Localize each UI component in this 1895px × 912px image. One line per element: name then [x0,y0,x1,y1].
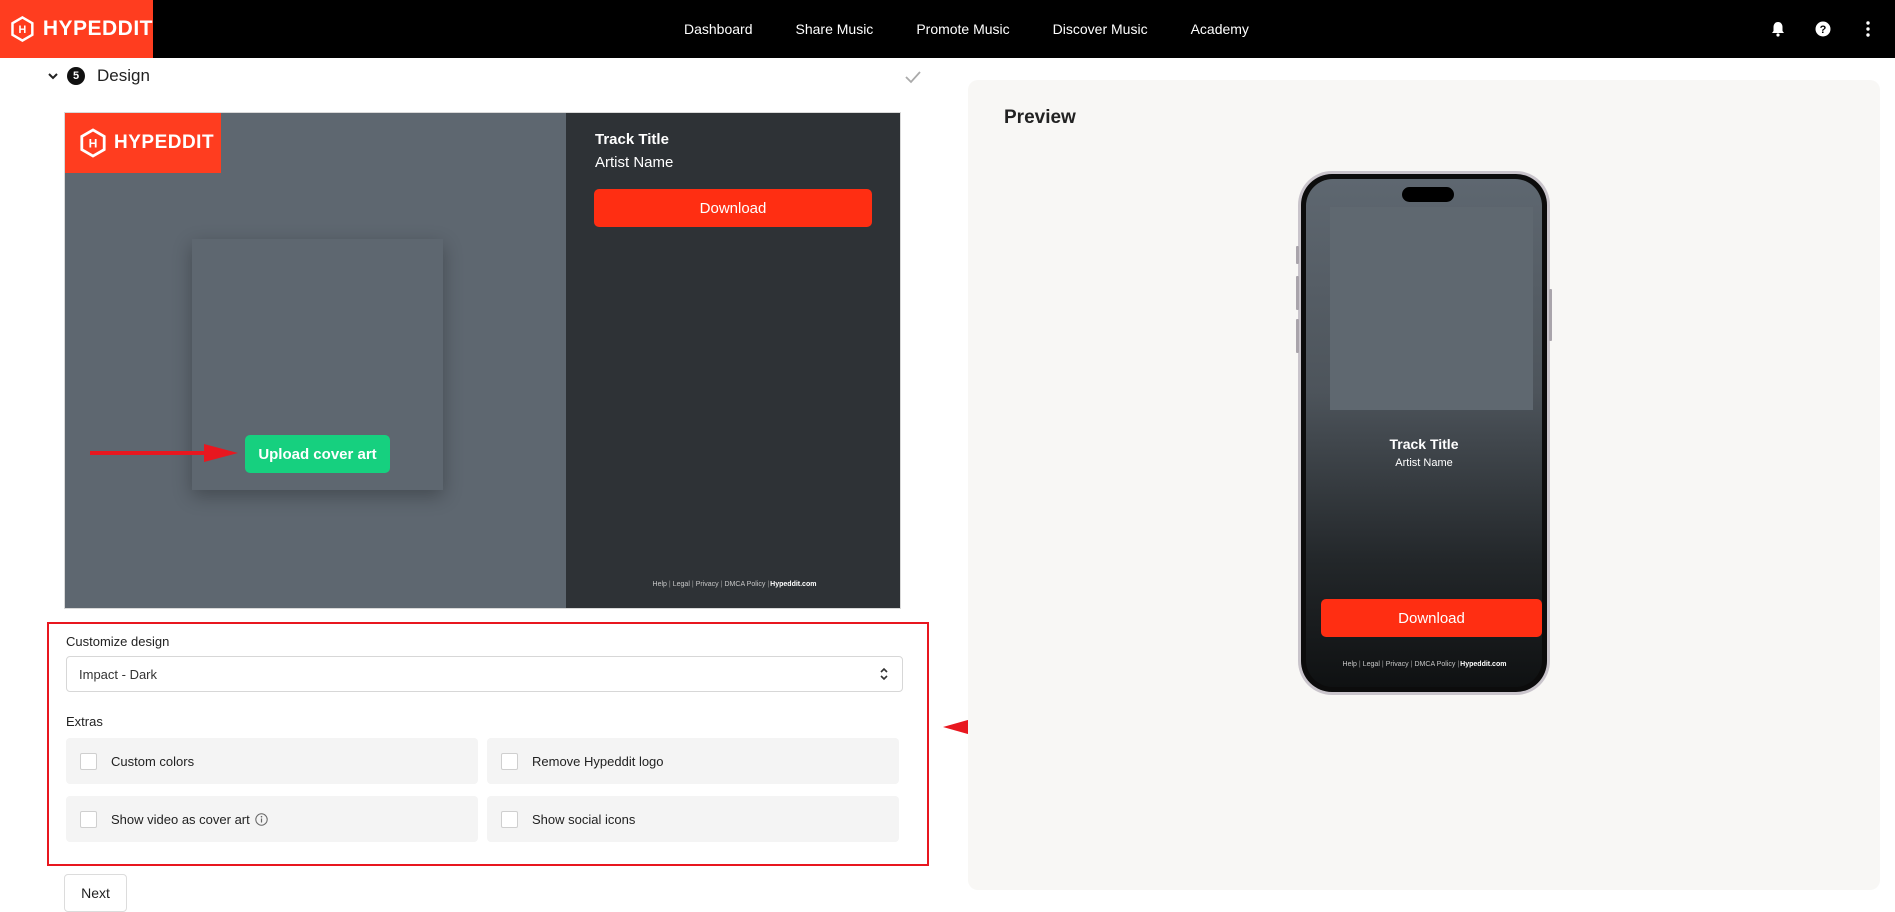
info-icon[interactable] [255,812,268,826]
card-hypeddit-logo: H HYPEDDIT [65,113,221,173]
nav-link-discover-music[interactable]: Discover Music [1053,21,1148,37]
card-info-panel: Track Title Artist Name Download Help | Le… [566,113,900,608]
card-logo-text: HYPEDDIT [114,132,215,153]
phone-footer: Help | Legal | Privacy | DMCA Policy |Hypeddit.… [1342,661,1507,668]
preview-title: Preview [1004,107,1076,128]
design-preview-card: H HYPEDDIT Upload cover art Track Title … [64,112,901,609]
select-arrows-icon [880,667,888,681]
step-header[interactable]: 5 Design [47,64,150,88]
option-label: Custom colors [111,753,195,769]
nav-link-dashboard[interactable]: Dashboard [684,21,753,37]
footer-brand-link[interactable]: Hypeddit.com [1460,661,1506,668]
card-footer: Help | Legal | Privacy | DMCA Policy |Hypeddit.… [652,581,817,588]
download-button[interactable]: Download [594,189,872,227]
option-video-cover-art[interactable]: Show video as cover art [66,796,478,842]
hexagon-h-icon: H [11,15,34,43]
option-label: Remove Hypeddit logo [532,753,664,769]
nav-links: Dashboard Share Music Promote Music Disc… [684,0,1292,58]
footer-link-privacy[interactable]: Privacy [696,581,719,588]
upload-cover-art-button[interactable]: Upload cover art [245,435,390,473]
nav-icons: ? [1742,0,1877,58]
footer-link-help[interactable]: Help [653,581,667,588]
step-title: Design [97,66,150,85]
phone-notch [1402,187,1454,202]
design-template-select[interactable]: Impact - Dark [66,656,903,692]
footer-link-dmca[interactable]: DMCA Policy [1415,661,1456,668]
nav-link-share-music[interactable]: Share Music [796,21,874,37]
customize-design-section: Customize design Impact - Dark Extras Cu… [47,622,929,866]
video-cover-art-checkbox[interactable] [80,810,97,828]
nav-link-promote-music[interactable]: Promote Music [916,21,1009,37]
phone-track-title: Track Title [1389,436,1459,452]
help-icon[interactable]: ? [1814,20,1832,38]
footer-link-privacy[interactable]: Privacy [1386,661,1409,668]
track-title: Track Title [595,131,669,148]
logo-text: HYPEDDIT [42,17,153,40]
remove-logo-checkbox[interactable] [501,752,518,770]
step-number-badge: 5 [67,67,85,85]
artist-name: Artist Name [595,154,674,171]
footer-link-legal[interactable]: Legal [673,581,690,588]
option-social-icons[interactable]: Show social icons [487,796,899,842]
phone-download-button[interactable]: Download [1321,599,1542,637]
svg-text:H: H [89,137,98,151]
bell-icon[interactable] [1769,20,1787,38]
annotation-arrow-right-icon [90,444,238,462]
hexagon-h-icon: H [80,128,106,158]
footer-link-dmca[interactable]: DMCA Policy [725,581,766,588]
phone-artist-name: Artist Name [1395,457,1453,469]
chevron-down-icon[interactable] [47,71,59,81]
hypeddit-logo[interactable]: H HYPEDDIT [0,0,153,58]
extras-label: Extras [66,714,103,729]
top-nav: H HYPEDDIT Dashboard Share Music Promote… [0,0,1895,58]
phone-cover-art [1330,207,1533,410]
cover-art-area: H HYPEDDIT Upload cover art [65,113,566,608]
preview-panel: Preview Track Title Artist Name Download… [968,80,1880,890]
phone-screen: Track Title Artist Name Download Help | Le… [1306,179,1542,687]
option-label: Show social icons [532,811,636,827]
custom-colors-checkbox[interactable] [80,752,97,770]
check-icon [905,71,921,84]
footer-link-legal[interactable]: Legal [1363,661,1380,668]
customize-design-label: Customize design [66,634,170,649]
option-label: Show video as cover art [111,811,250,827]
phone-mockup: Track Title Artist Name Download Help | Le… [1296,171,1552,695]
svg-text:?: ? [1820,24,1827,36]
more-vert-icon[interactable] [1859,20,1877,38]
design-template-value: Impact - Dark [79,666,158,682]
next-button[interactable]: Next [64,874,127,912]
nav-link-academy[interactable]: Academy [1191,21,1249,37]
social-icons-checkbox[interactable] [501,810,518,828]
footer-link-help[interactable]: Help [1343,661,1357,668]
option-custom-colors[interactable]: Custom colors [66,738,478,784]
svg-text:H: H [19,24,27,36]
footer-brand-link[interactable]: Hypeddit.com [770,581,816,588]
option-remove-logo[interactable]: Remove Hypeddit logo [487,738,899,784]
